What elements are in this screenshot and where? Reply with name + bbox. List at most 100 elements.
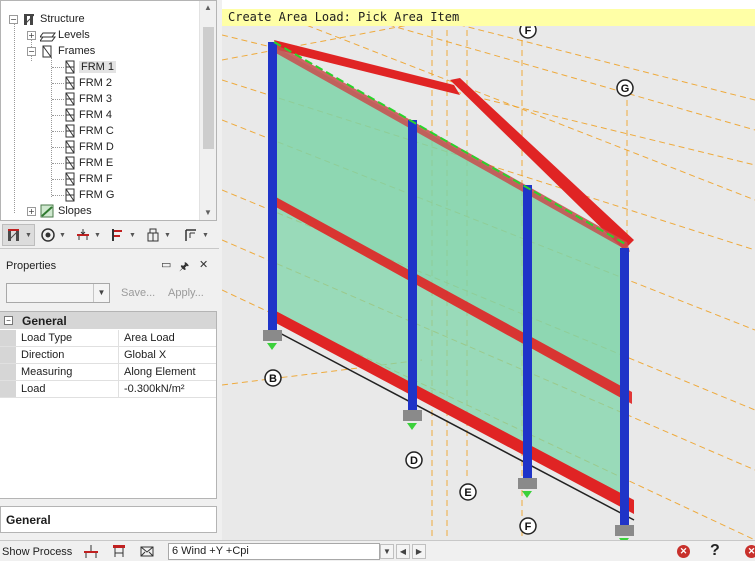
property-row[interactable]: Direction Global X bbox=[0, 347, 216, 364]
structure-model[interactable]: F G B D E F bbox=[222, 0, 755, 540]
analysis-view-button[interactable]: ▼ bbox=[107, 224, 140, 246]
grid-label: D bbox=[410, 455, 418, 467]
grid-label: B bbox=[269, 373, 277, 385]
tree-label: FRM 4 bbox=[79, 109, 112, 121]
frame-icon bbox=[65, 60, 75, 74]
dropdown-icon: ▼ bbox=[25, 231, 32, 239]
pin-icon[interactable]: 🖈 bbox=[179, 258, 189, 277]
property-row[interactable]: Measuring Along Element bbox=[0, 364, 216, 381]
property-key: Measuring bbox=[21, 366, 73, 378]
column-base-plate bbox=[263, 330, 282, 341]
scroll-thumb[interactable] bbox=[203, 27, 214, 149]
save-button[interactable]: Save... bbox=[121, 287, 155, 299]
structure-view-button[interactable]: ▼ bbox=[2, 224, 35, 246]
command-prompt: Create Area Load: Pick Area Item bbox=[222, 9, 755, 26]
load-case-select[interactable]: 6 Wind +Y +Cpi bbox=[168, 543, 380, 560]
foundation-icon bbox=[147, 228, 159, 242]
tree-item-frame[interactable]: FRM 4 bbox=[65, 107, 112, 123]
tree-label: FRM E bbox=[79, 157, 114, 169]
structure-icon bbox=[22, 12, 36, 26]
tree-item-frame[interactable]: FRM F bbox=[65, 171, 113, 187]
chevron-down-icon[interactable]: ▼ bbox=[93, 284, 109, 302]
tree-item-frames[interactable]: − Frames bbox=[27, 43, 95, 59]
view-tabs-strip bbox=[222, 0, 755, 9]
property-row[interactable]: Load Type Area Load bbox=[0, 330, 216, 347]
load-case-icon[interactable] bbox=[110, 543, 128, 559]
show-process-label[interactable]: Show Process bbox=[2, 546, 72, 558]
tree-label: Frames bbox=[58, 45, 96, 57]
property-key: Direction bbox=[21, 349, 65, 361]
frame-icon bbox=[65, 172, 75, 186]
property-set-select[interactable]: ▼ bbox=[6, 283, 110, 303]
tree-item-structure[interactable]: − Structure bbox=[9, 11, 85, 27]
frame-icon bbox=[65, 188, 75, 202]
property-value[interactable]: -0.300kN/m² bbox=[118, 381, 216, 397]
collapse-toggle[interactable]: − bbox=[27, 46, 36, 56]
grid-label: E bbox=[464, 487, 471, 499]
tree-item-slopes[interactable]: + Slopes bbox=[27, 203, 92, 219]
collapse-toggle[interactable]: − bbox=[9, 14, 18, 24]
window-menu-icon[interactable]: ▭ bbox=[161, 258, 171, 271]
target-icon bbox=[41, 228, 55, 242]
support-marker bbox=[267, 343, 277, 350]
tree-item-frame[interactable]: FRM E bbox=[65, 155, 113, 171]
tree-label: FRM 3 bbox=[79, 93, 112, 105]
property-value[interactable]: Global X bbox=[118, 347, 216, 363]
close-icon[interactable]: ✕ bbox=[745, 545, 755, 558]
dropdown-icon: ▼ bbox=[129, 231, 136, 239]
grid-label: F bbox=[525, 521, 532, 533]
loads-view-button[interactable]: ▼ bbox=[72, 224, 105, 246]
property-value[interactable]: Area Load bbox=[118, 330, 216, 346]
tree-label: FRM F bbox=[79, 173, 113, 185]
chevron-down-icon[interactable]: ▼ bbox=[380, 544, 394, 559]
property-grid: − General Load Type Area Load Direction Glo… bbox=[0, 311, 217, 499]
section-icon bbox=[185, 229, 196, 241]
tree-item-frame[interactable]: FRM G bbox=[65, 187, 114, 203]
drawing-view-button[interactable]: ▼ bbox=[180, 224, 213, 246]
mail-icon[interactable] bbox=[138, 543, 156, 559]
next-load-case-button[interactable]: ▶ bbox=[412, 544, 426, 559]
tree-item-frame[interactable]: FRM D bbox=[65, 139, 114, 155]
column-base-plate bbox=[403, 410, 422, 421]
design-view-button[interactable]: ▼ bbox=[142, 224, 175, 246]
scroll-down-icon[interactable]: ▼ bbox=[204, 208, 212, 217]
category-label: General bbox=[22, 314, 67, 328]
structure-icon bbox=[8, 229, 19, 241]
property-row[interactable]: Load -0.300kN/m² bbox=[0, 381, 216, 398]
tree-item-frame[interactable]: FRM 2 bbox=[65, 75, 112, 91]
left-panel: − Structure + Levels − Frames FRM 1 FRM 2… bbox=[0, 0, 219, 540]
expand-toggle[interactable]: + bbox=[27, 30, 36, 40]
error-icon[interactable]: ✕ bbox=[677, 545, 690, 558]
tree-label: Levels bbox=[58, 29, 90, 41]
apply-button[interactable]: Apply... bbox=[168, 287, 204, 299]
tree-label: FRM C bbox=[79, 125, 114, 137]
close-icon[interactable]: ✕ bbox=[199, 258, 208, 271]
analysis-icon bbox=[112, 229, 122, 241]
3d-viewport[interactable]: F G B D E F Create Area Load: Pick Area Item bbox=[222, 0, 755, 540]
property-key: Load Type bbox=[21, 332, 73, 344]
dropdown-icon: ▼ bbox=[59, 231, 66, 239]
dropdown-icon: ▼ bbox=[164, 231, 171, 239]
levels-icon bbox=[39, 28, 56, 42]
tree-item-frame[interactable]: FRM 3 bbox=[65, 91, 112, 107]
tree-item-frame[interactable]: FRM 1 bbox=[65, 59, 116, 75]
support-marker bbox=[522, 491, 532, 498]
help-button[interactable]: ? bbox=[710, 542, 720, 560]
structure-tree: − Structure + Levels − Frames FRM 1 FRM 2… bbox=[0, 0, 217, 221]
expand-toggle[interactable]: + bbox=[27, 206, 36, 216]
scroll-up-icon[interactable]: ▲ bbox=[204, 3, 212, 12]
tree-item-frame[interactable]: FRM C bbox=[65, 123, 114, 139]
dropdown-icon: ▼ bbox=[94, 231, 101, 239]
property-value[interactable]: Along Element bbox=[118, 364, 216, 380]
collapse-toggle[interactable]: − bbox=[4, 316, 13, 325]
column-base-plate bbox=[615, 525, 634, 536]
tree-item-levels[interactable]: + Levels bbox=[27, 27, 90, 43]
column bbox=[408, 120, 417, 410]
previous-load-case-button[interactable]: ◀ bbox=[396, 544, 410, 559]
property-category-general[interactable]: − General bbox=[0, 312, 216, 329]
loads-toggle-icon[interactable] bbox=[82, 543, 100, 559]
tree-label: FRM G bbox=[79, 189, 115, 201]
tree-scrollbar[interactable]: ▲ ▼ bbox=[199, 1, 216, 220]
properties-title: Properties bbox=[6, 260, 57, 272]
display-view-button[interactable]: ▼ bbox=[37, 224, 70, 246]
